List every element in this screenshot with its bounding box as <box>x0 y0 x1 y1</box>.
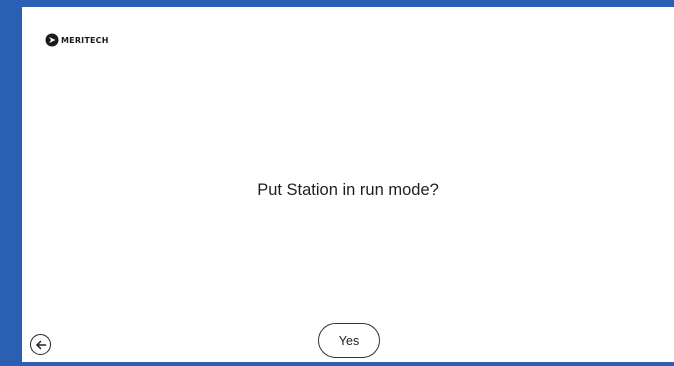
arrow-left-icon <box>35 340 46 349</box>
meritech-logo-icon <box>45 33 59 47</box>
brand-name: MERITECH <box>61 35 109 45</box>
yes-button[interactable]: Yes <box>318 323 380 358</box>
brand-logo: MERITECH <box>45 33 109 47</box>
dialog-question: Put Station in run mode? <box>257 181 439 199</box>
screen: MERITECH Put Station in run mode? Yes <box>22 7 674 362</box>
device-frame: MERITECH Put Station in run mode? Yes <box>0 0 674 366</box>
back-button[interactable] <box>30 334 51 355</box>
